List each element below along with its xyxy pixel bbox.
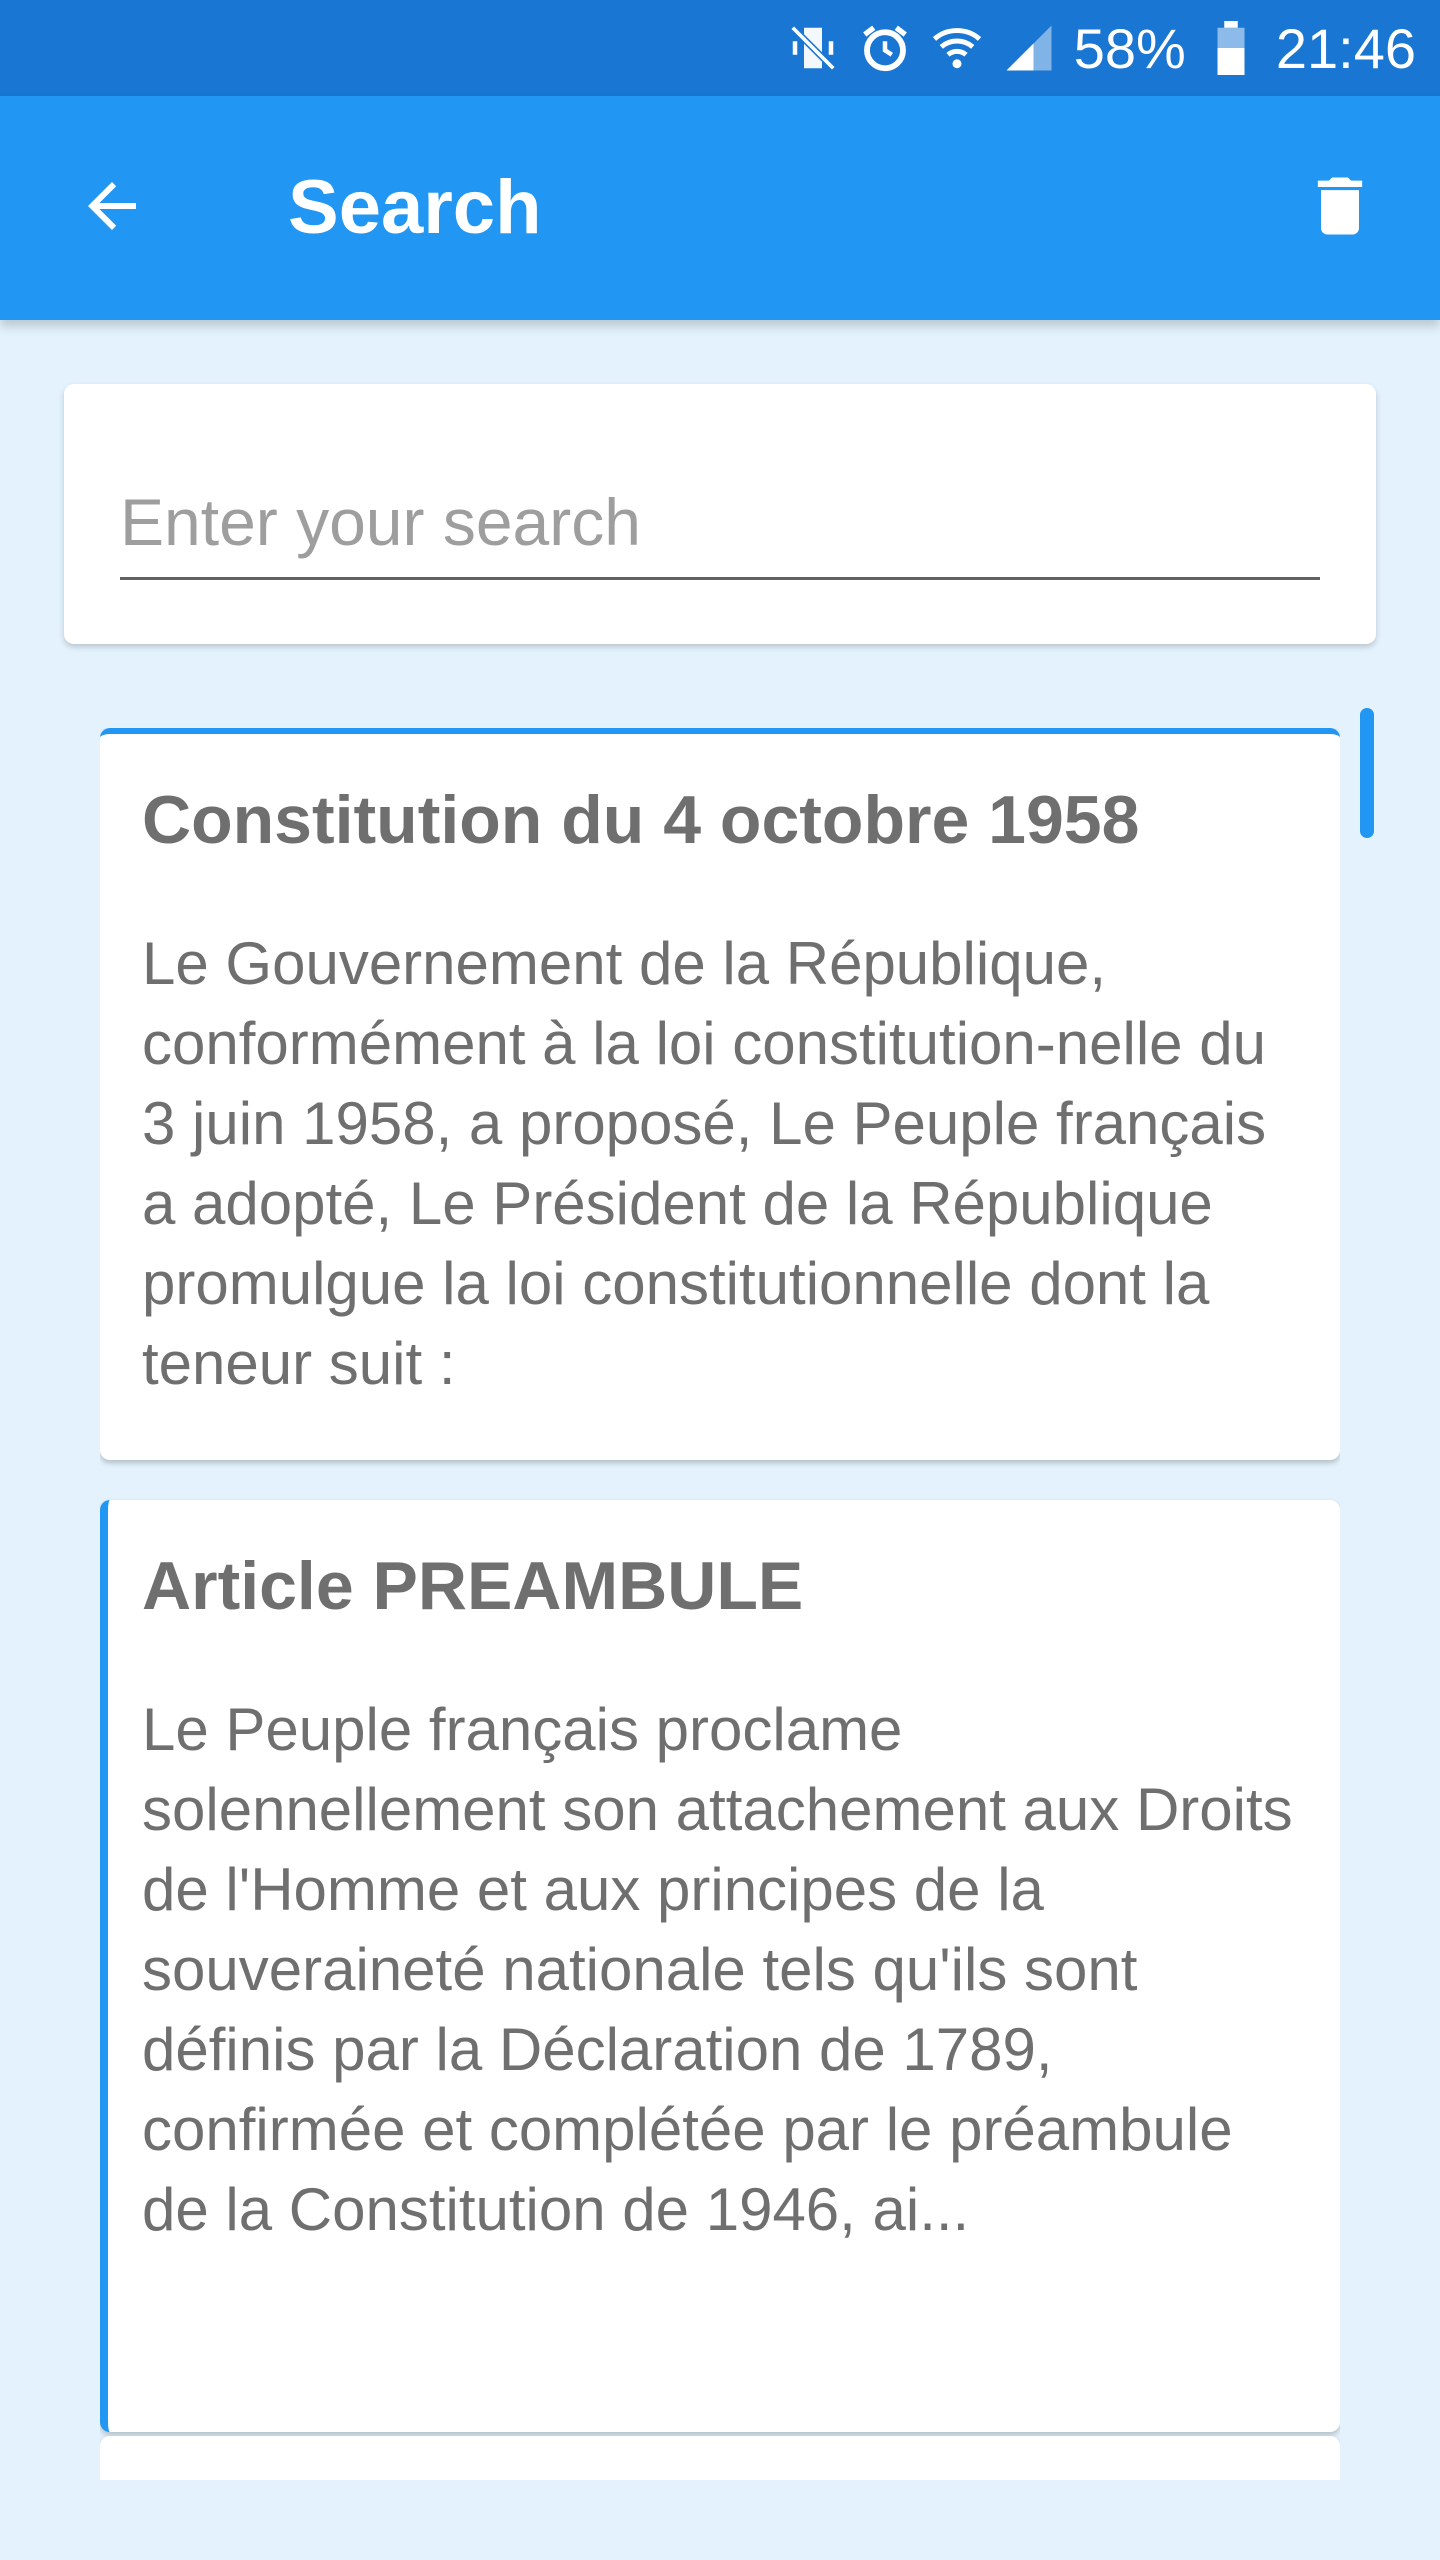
result-title: Article PREAMBULE xyxy=(142,1548,804,1624)
app-bar: Search xyxy=(0,96,1440,320)
status-bar: 58% 21:46 xyxy=(0,0,1440,96)
wifi-icon xyxy=(930,21,984,75)
trash-icon xyxy=(1302,168,1378,249)
result-title: Constitution du 4 octobre 1958 xyxy=(142,782,1140,858)
delete-button[interactable] xyxy=(1288,156,1392,260)
page-title: Search xyxy=(288,165,542,250)
results-list: Constitution du 4 octobre 1958 Le Gouver… xyxy=(100,728,1340,2480)
clock: 21:46 xyxy=(1275,16,1416,80)
mute-vibrate-icon xyxy=(786,21,840,75)
battery-icon xyxy=(1204,21,1258,75)
result-card[interactable]: Constitution du 4 octobre 1958 Le Gouver… xyxy=(100,728,1340,1460)
scrollbar-thumb[interactable] xyxy=(1360,708,1374,838)
result-snippet: Le Gouvernement de la République, confor… xyxy=(142,930,1267,1397)
battery-percent: 58% xyxy=(1073,16,1186,80)
signal-icon xyxy=(1002,21,1056,75)
search-input[interactable] xyxy=(120,480,1320,580)
result-card[interactable] xyxy=(100,2436,1340,2480)
arrow-left-icon xyxy=(76,170,148,247)
result-snippet: Le Peuple français proclame solennelleme… xyxy=(142,1696,1293,2243)
alarm-icon xyxy=(858,21,912,75)
result-card[interactable]: Article PREAMBULE Le Peuple français pro… xyxy=(100,1500,1340,2432)
back-button[interactable] xyxy=(60,156,164,260)
search-card xyxy=(64,384,1376,644)
